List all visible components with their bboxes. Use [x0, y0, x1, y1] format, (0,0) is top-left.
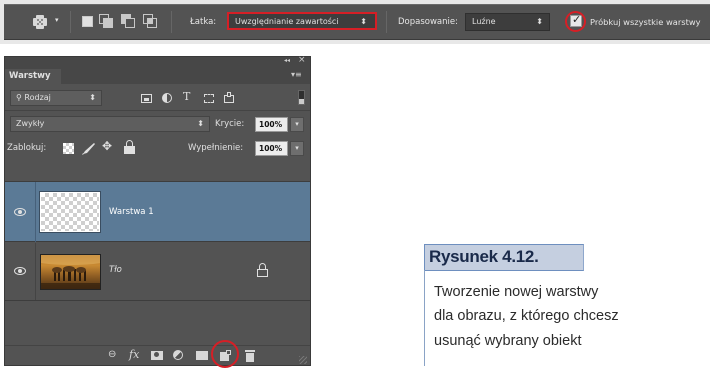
tab-layers-label: Warstwy — [9, 71, 51, 81]
add-to-selection-icon[interactable] — [99, 14, 114, 29]
patch-tool-icon[interactable] — [30, 12, 50, 32]
adaptation-dropdown[interactable]: Luźne ⬍ — [465, 13, 550, 31]
layer-thumbnail-image[interactable] — [40, 254, 101, 290]
blend-mode-dropdown[interactable]: Zwykły ⬍ — [10, 116, 210, 132]
search-icon: ⚲ — [16, 93, 22, 102]
toolbar-divider — [171, 11, 172, 33]
layer-row-warstwa-1[interactable]: Warstwa 1 — [5, 181, 310, 242]
blend-mode-value: Zwykły — [16, 119, 45, 128]
layer-thumbnail-transparent[interactable] — [39, 191, 101, 233]
layer-divider — [35, 243, 36, 300]
spinner-arrows-icon: ⬍ — [360, 17, 367, 26]
fill-value: 100% — [259, 144, 283, 153]
layer-filter-value: Rodzaj — [24, 93, 51, 102]
layer-name[interactable]: Warstwa 1 — [109, 207, 154, 217]
trash-icon[interactable] — [245, 350, 255, 362]
fill-input[interactable]: 100% — [255, 141, 288, 156]
fill-label: Wypełnienie: — [188, 143, 244, 153]
filter-type-layers-icon[interactable]: T — [183, 90, 190, 103]
lock-all-icon[interactable] — [124, 140, 135, 154]
layers-panel: ◂◂ × Warstwy ▾≡ ⚲ Rodzaj ⬍ T Zwykły ⬍ Kr… — [4, 55, 311, 368]
close-panel-icon[interactable]: × — [298, 55, 306, 65]
toolbar-divider — [386, 11, 387, 33]
layer-row-tlo[interactable]: Tło — [5, 243, 310, 301]
patch-mode-label: Łatka: — [190, 17, 217, 27]
intersect-selection-icon[interactable] — [143, 14, 158, 29]
visibility-eye-icon[interactable] — [14, 208, 26, 216]
spinner-arrows-icon: ⬍ — [89, 93, 96, 102]
filter-toggle-switch[interactable] — [298, 90, 305, 105]
filter-shape-layers-icon[interactable] — [204, 94, 214, 103]
lock-image-pixels-icon[interactable] — [81, 141, 97, 155]
new-group-folder-icon[interactable] — [196, 351, 208, 360]
lock-label: Zablokuj: — [7, 143, 47, 153]
lock-position-icon[interactable]: ✥ — [102, 139, 112, 153]
caption-title: Rysunek 4.12. — [429, 247, 539, 266]
patch-mode-value: Uwzględnianie zawartości — [235, 17, 339, 26]
highlight-circle — [565, 11, 586, 32]
subtract-from-selection-icon[interactable] — [121, 14, 136, 29]
adaptation-value: Luźne — [472, 17, 496, 26]
sample-all-layers-label: Próbkuj wszystkie warstwy — [590, 17, 701, 27]
opacity-label: Krycie: — [215, 119, 245, 129]
panel-header-strip: ◂◂ × — [5, 55, 310, 68]
highlight-circle — [211, 340, 239, 368]
tool-preset-dropdown-icon[interactable]: ▾ — [55, 16, 59, 24]
panel-menu-icon[interactable]: ▾≡ — [291, 70, 302, 79]
opacity-dropdown-button[interactable]: ▾ — [290, 117, 304, 132]
opacity-value: 100% — [259, 120, 283, 129]
visibility-eye-icon[interactable] — [14, 267, 26, 275]
toolbar-divider — [70, 11, 71, 33]
filter-pixel-layers-icon[interactable] — [141, 94, 152, 103]
new-selection-icon[interactable] — [82, 16, 93, 27]
patch-mode-dropdown[interactable]: Uwzględnianie zawartości ⬍ — [227, 12, 377, 30]
filter-smart-objects-icon[interactable] — [224, 92, 234, 103]
options-bar: ▾ Łatka: Uwzględnianie zawartości ⬍ Dopa… — [0, 0, 710, 44]
filter-adjustment-layers-icon[interactable] — [162, 93, 172, 103]
layer-divider — [35, 182, 36, 242]
layer-filter-dropdown[interactable]: ⚲ Rodzaj ⬍ — [10, 90, 102, 106]
adjustment-layer-icon[interactable] — [173, 350, 183, 360]
add-mask-icon[interactable] — [151, 351, 163, 360]
spinner-arrows-icon: ⬍ — [536, 17, 543, 26]
caption-rule — [424, 270, 425, 366]
collapse-panel-icon[interactable]: ◂◂ — [284, 57, 290, 64]
layer-name[interactable]: Tło — [109, 265, 122, 275]
caption-line-2: dla obrazu, z którego chcesz — [434, 308, 619, 324]
caption-line-3: usunąć wybrany obiekt — [434, 333, 582, 349]
tab-layers[interactable]: Warstwy — [5, 69, 61, 84]
layer-locked-icon — [257, 263, 268, 277]
spinner-arrows-icon: ⬍ — [197, 119, 204, 128]
panel-footer: ⊖ fx — [5, 340, 310, 368]
caption-line-1: Tworzenie nowej warstwy — [434, 284, 599, 300]
resize-grip-icon[interactable] — [299, 356, 307, 364]
link-layers-icon[interactable]: ⊖ — [108, 349, 116, 360]
fx-icon[interactable]: fx — [129, 348, 139, 361]
fill-dropdown-button[interactable]: ▾ — [290, 141, 304, 156]
opacity-input[interactable]: 100% — [255, 117, 288, 132]
panel-divider — [5, 110, 310, 111]
adaptation-label: Dopasowanie: — [398, 17, 458, 27]
panel-tab-row: Warstwy ▾≡ — [5, 68, 310, 84]
lock-transparent-pixels-icon[interactable] — [63, 143, 74, 154]
